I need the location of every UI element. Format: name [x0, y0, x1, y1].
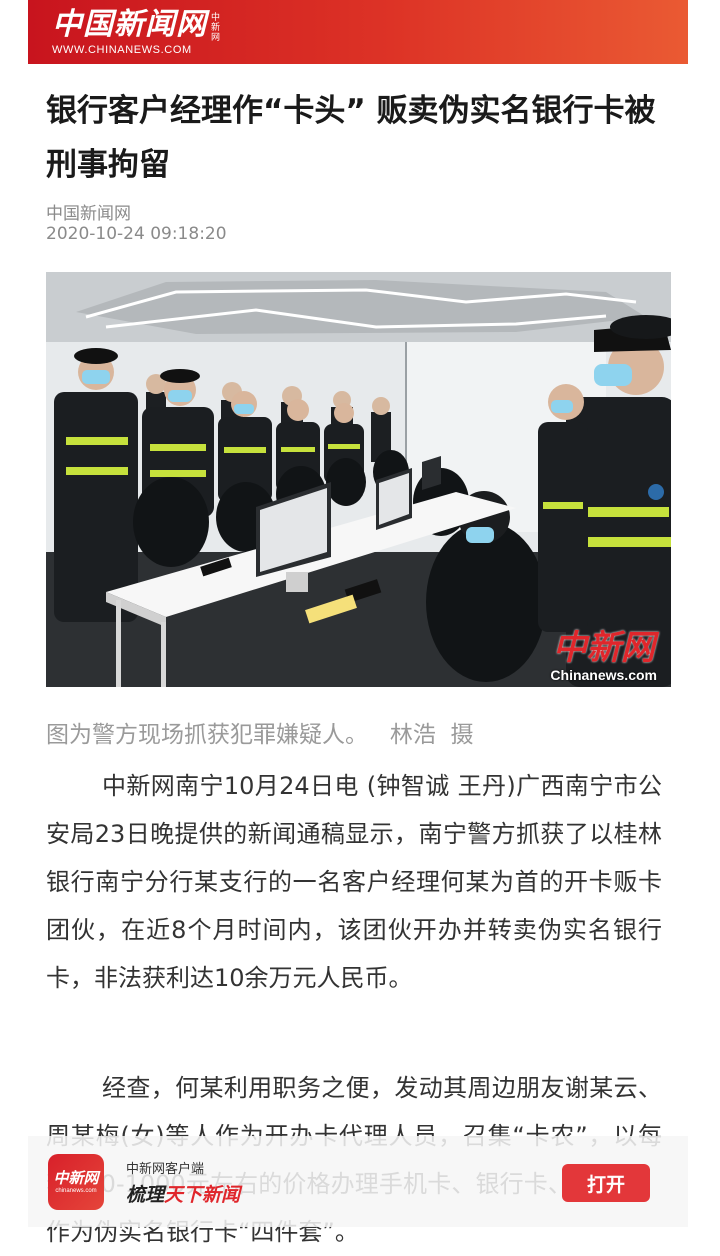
app-icon-text: 中新网: [53, 1168, 99, 1187]
article-paragraph: 中新网南宁10月24日电 (钟智诚 王丹)广西南宁市公安局23日晚提供的新闻通稿…: [46, 772, 662, 992]
open-app-button[interactable]: 打开: [562, 1164, 650, 1202]
app-icon-url: chinanews.com: [55, 1187, 97, 1194]
article-title: 银行客户经理作“卡头” 贩卖伪实名银行卡被刑事拘留: [46, 93, 656, 183]
watermark-url: Chinanews.com: [550, 667, 657, 683]
article-photo: 中新网 Chinanews.com: [46, 272, 671, 687]
logo-side-text: 中新网: [211, 12, 221, 43]
app-icon: 中新网 chinanews.com: [48, 1154, 104, 1210]
photo-caption: 图为警方现场抓获犯罪嫌疑人。 林浩 摄: [46, 722, 474, 748]
app-slogan-part2: 天下新闻: [164, 1184, 241, 1206]
app-slogan: 梳理天下新闻: [126, 1180, 240, 1207]
article-source: 中国新闻网: [46, 204, 131, 224]
logo-text: 中国新闻网: [52, 6, 207, 42]
logo-url: WWW.CHINANEWS.COM: [52, 43, 192, 56]
photo-watermark: 中新网 Chinanews.com: [550, 629, 657, 683]
site-header: 中国新闻网 中新网 WWW.CHINANEWS.COM: [28, 0, 688, 64]
watermark-logo: 中新网: [552, 628, 655, 668]
app-download-banner[interactable]: 中新网 chinanews.com 中新网客户端 梳理天下新闻 打开: [28, 1136, 688, 1227]
article-datetime: 2020-10-24 09:18:20: [46, 224, 227, 244]
site-logo[interactable]: 中国新闻网 中新网 WWW.CHINANEWS.COM: [52, 6, 221, 56]
photo-illustration: [46, 272, 671, 687]
app-slogan-part1: 梳理: [126, 1184, 165, 1206]
app-name: 中新网客户端: [126, 1162, 205, 1177]
